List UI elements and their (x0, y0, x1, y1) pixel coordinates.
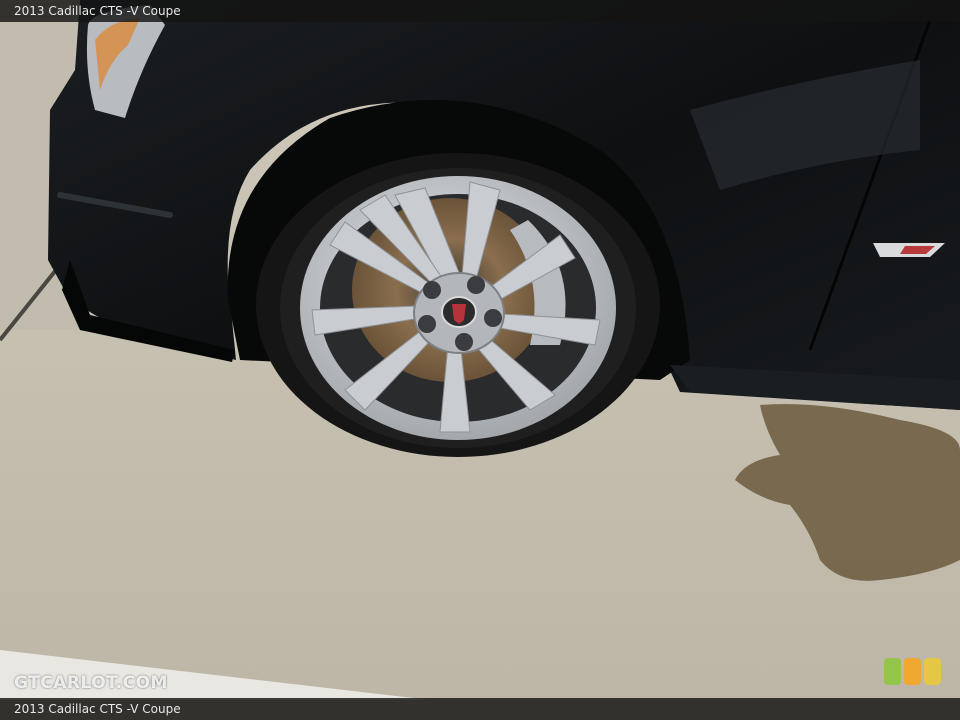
photo-frame: 2013 Cadillac CTS -V Coupe 2013 Cadillac… (0, 0, 960, 720)
caption-bottom: 2013 Cadillac CTS -V Coupe (0, 698, 960, 720)
logo-square-yellow (924, 658, 941, 685)
watermark-logo-icon (884, 658, 941, 685)
caption-top: 2013 Cadillac CTS -V Coupe (0, 0, 960, 22)
logo-square-green (884, 658, 901, 685)
watermark-text: GTCARLOT.COM (14, 673, 168, 693)
car-wheel-photo (0, 0, 960, 720)
logo-square-orange (904, 658, 921, 685)
